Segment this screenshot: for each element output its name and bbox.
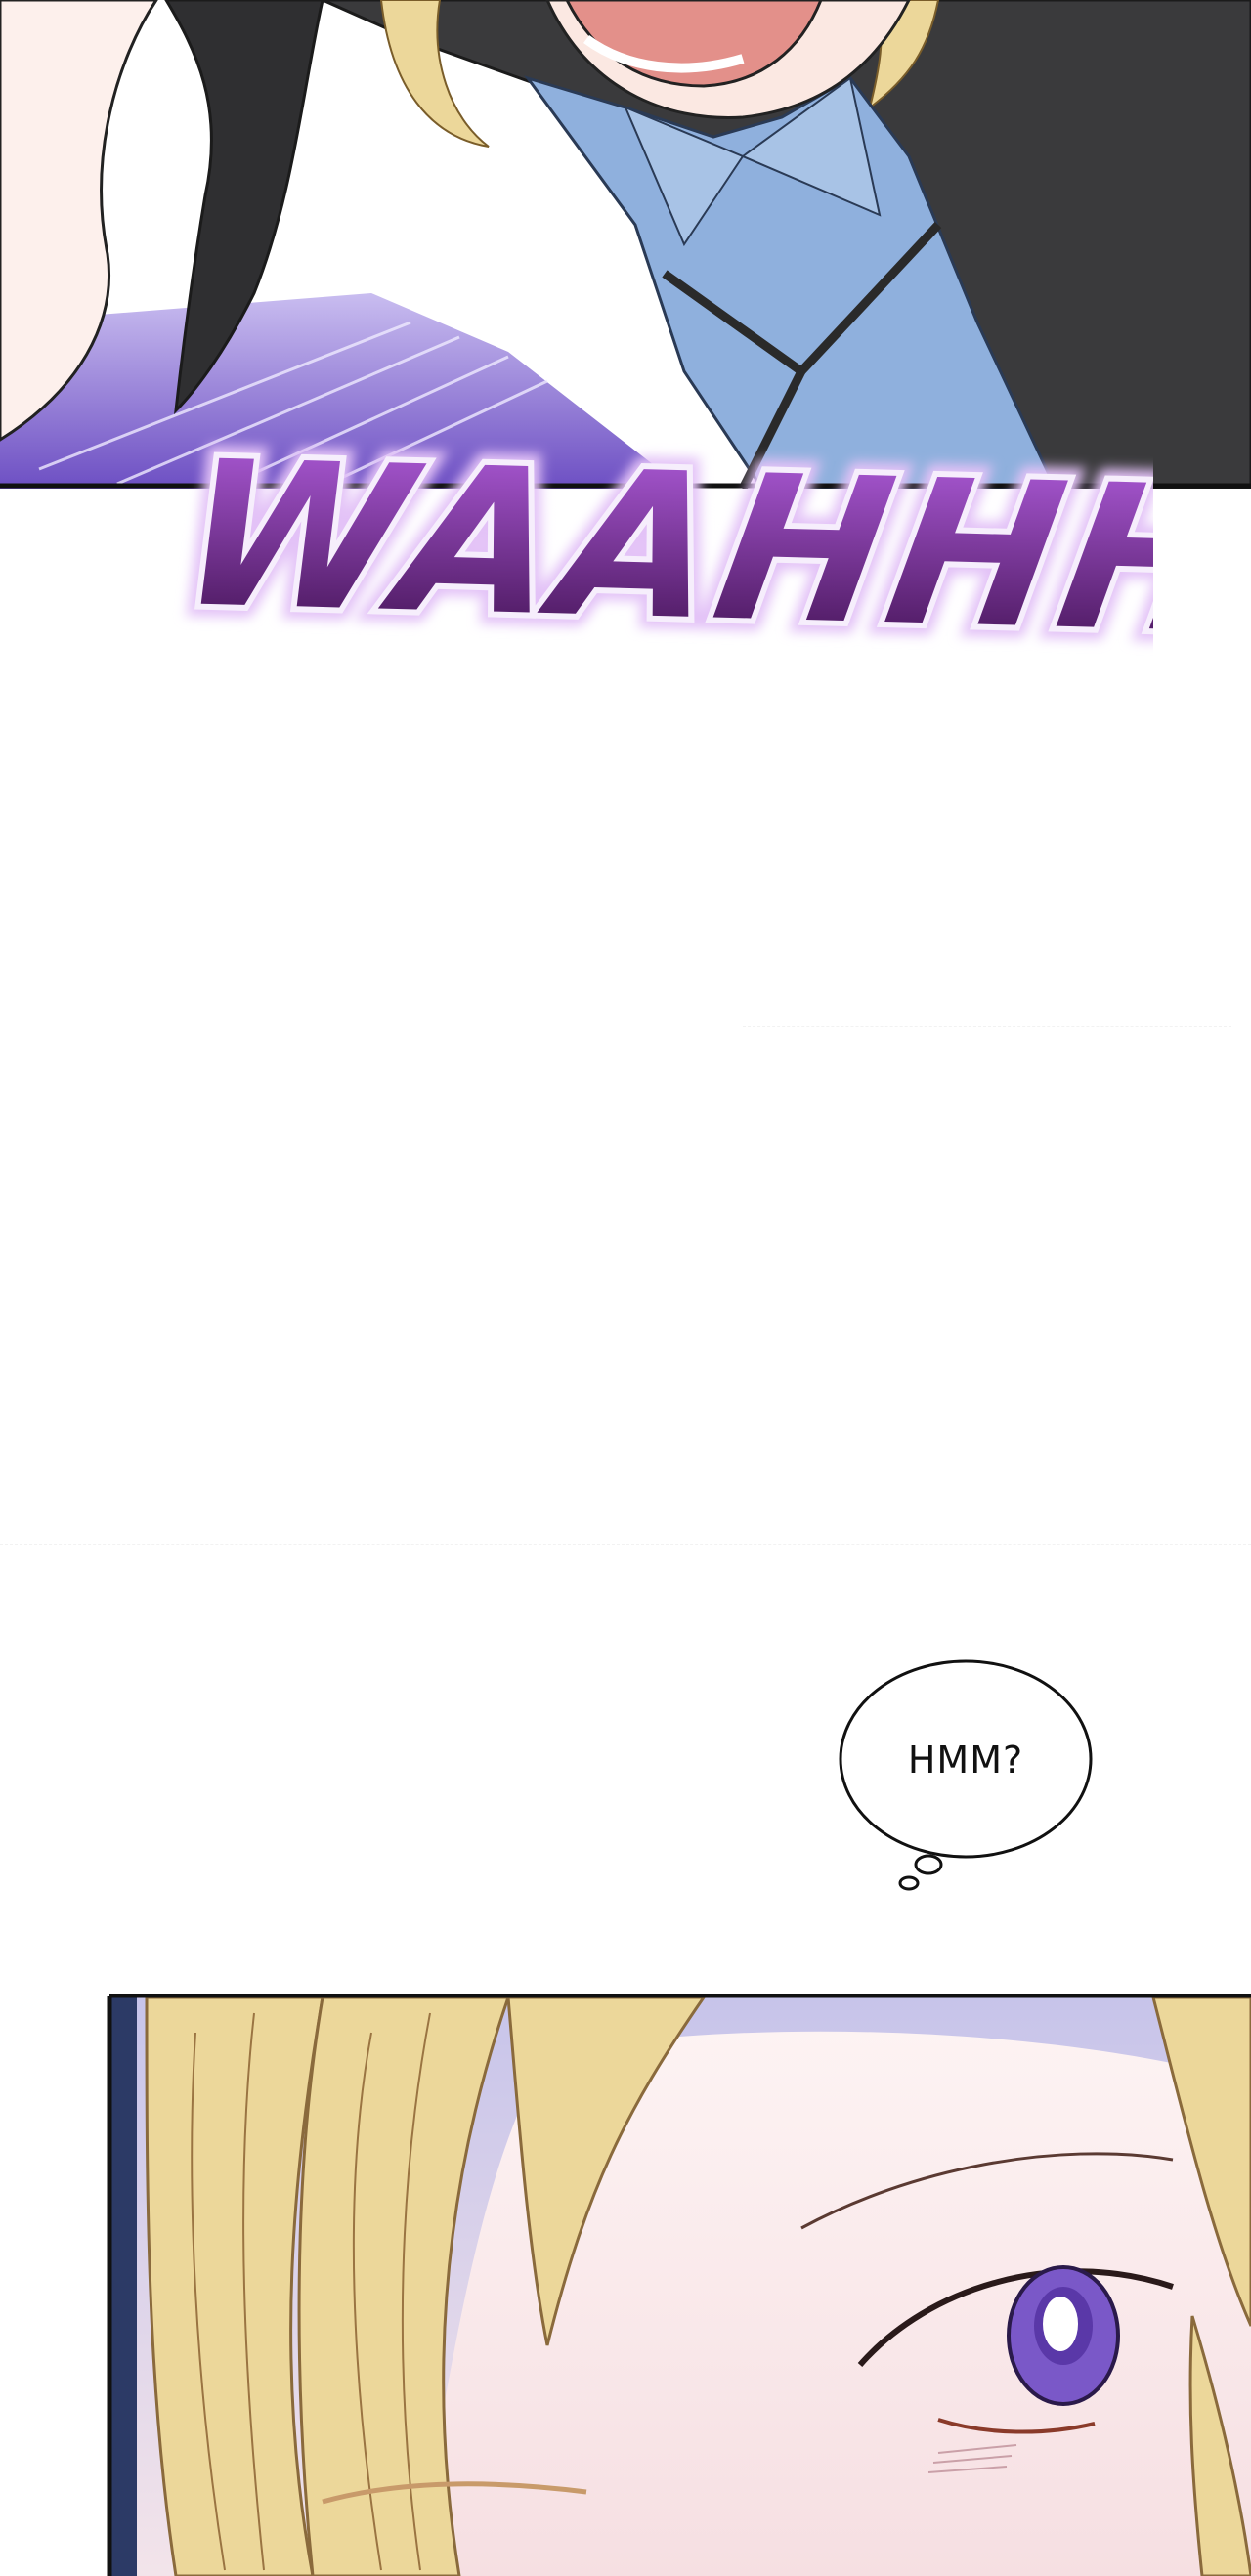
faint-divider	[743, 1026, 1231, 1027]
sound-effect-text: WAAHHH	[166, 418, 1153, 678]
sound-effect-art: WAAHHH WAAHHH WAAHHH	[166, 406, 1153, 691]
panel-bottom-artwork	[0, 1994, 1251, 2576]
sound-effect: WAAHHH WAAHHH WAAHHH	[166, 401, 1153, 694]
thought-bubble-text: HMM?	[908, 1739, 1023, 1782]
thought-bubble: HMM?	[831, 1652, 1100, 1896]
faint-divider	[0, 1544, 1251, 1545]
comic-panel-bottom	[0, 1994, 1251, 2576]
thought-bubble-shape: HMM?	[839, 1659, 1093, 1891]
